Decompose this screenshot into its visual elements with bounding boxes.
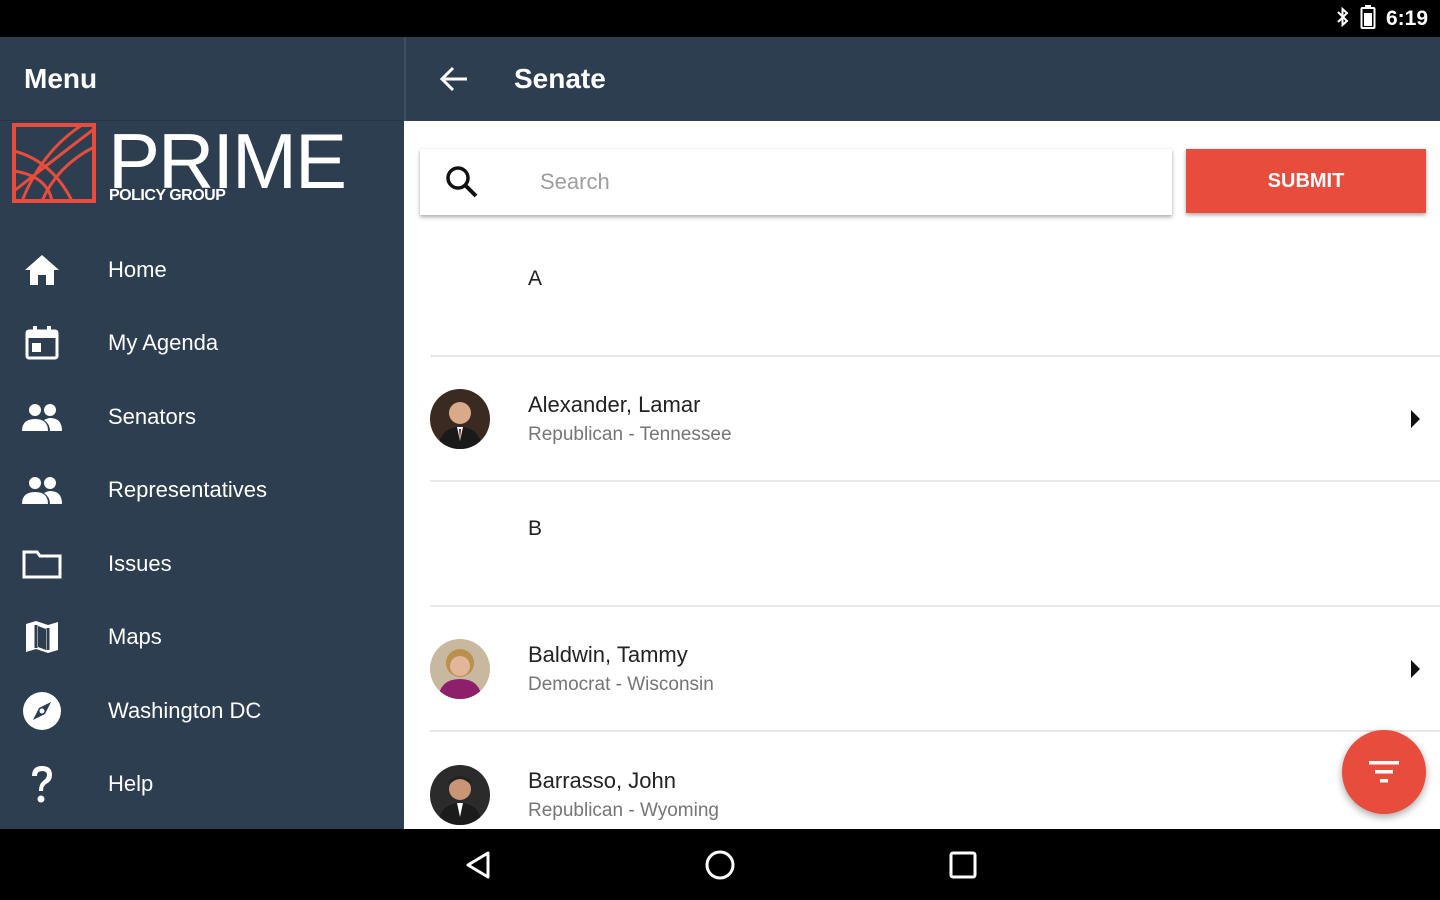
drawer-menu: Home My Agenda Senators Representatives … <box>0 233 404 821</box>
sidebar-item-representatives[interactable]: Representatives <box>0 454 404 528</box>
triangle-back-icon <box>466 851 490 879</box>
people-icon <box>0 403 84 431</box>
prime-logo: PRIME POLICY GROUP <box>12 121 352 211</box>
main-panel: Senate SUBMIT A Alexander, Lamar Republi… <box>404 37 1440 829</box>
member-name: Baldwin, Tammy <box>528 641 688 667</box>
search-icon <box>420 165 504 199</box>
sidebar-item-label: Home <box>108 256 167 282</box>
sidebar-item-washington-dc[interactable]: Washington DC <box>0 674 404 748</box>
navigation-drawer: Menu PRIME POLICY GROUP Home My Agenda S… <box>0 37 404 829</box>
clock: 6:19 <box>1385 7 1428 30</box>
sidebar-item-senators[interactable]: Senators <box>0 380 404 454</box>
senator-list: A Alexander, Lamar Republican - Tennesse… <box>430 232 1440 829</box>
filter-icon <box>1369 761 1399 783</box>
chevron-right-icon <box>1411 659 1420 678</box>
sidebar-item-label: Maps <box>108 624 162 650</box>
list-item[interactable]: Barrasso, John Republican - Wyoming <box>430 732 1440 829</box>
system-nav-bar <box>0 829 1440 900</box>
sidebar-item-issues[interactable]: Issues <box>0 527 404 601</box>
drawer-header: Menu <box>0 37 404 121</box>
search-row: SUBMIT <box>420 149 1430 215</box>
drawer-title: Menu <box>24 62 98 94</box>
square-recents-icon <box>949 851 977 879</box>
section-header: A <box>430 232 1440 357</box>
help-icon <box>0 764 84 804</box>
nav-back-button[interactable] <box>460 847 496 883</box>
member-detail: Republican - Wyoming <box>528 799 719 821</box>
filter-fab-button[interactable] <box>1342 730 1426 814</box>
list-item[interactable]: Baldwin, Tammy Democrat - Wisconsin <box>430 607 1440 732</box>
sidebar-item-label: Representatives <box>108 477 267 503</box>
sidebar-item-home[interactable]: Home <box>0 233 404 307</box>
nav-recents-button[interactable] <box>945 847 981 883</box>
arrow-left-icon <box>440 66 467 92</box>
page-title: Senate <box>514 63 606 94</box>
back-button[interactable] <box>406 37 502 121</box>
submit-button[interactable]: SUBMIT <box>1186 149 1426 213</box>
member-name: Alexander, Lamar <box>528 391 701 417</box>
member-name: Barrasso, John <box>528 767 676 793</box>
brand-subtitle: POLICY GROUP <box>109 187 226 204</box>
calendar-icon <box>0 325 84 361</box>
sidebar-item-label: My Agenda <box>108 330 219 356</box>
sidebar-item-help[interactable]: Help <box>0 748 404 822</box>
status-bar: 6:19 <box>0 0 1440 37</box>
section-header: B <box>430 482 1440 607</box>
avatar <box>430 388 490 449</box>
search-input[interactable] <box>540 169 1140 195</box>
compass-icon <box>0 691 84 731</box>
list-item[interactable]: Alexander, Lamar Republican - Tennessee <box>430 357 1440 482</box>
avatar <box>430 764 490 825</box>
nav-home-button[interactable] <box>702 847 738 883</box>
sidebar-item-my-agenda[interactable]: My Agenda <box>0 307 404 381</box>
map-icon <box>0 619 84 655</box>
member-detail: Democrat - Wisconsin <box>528 673 714 695</box>
home-icon <box>0 253 84 287</box>
avatar <box>430 638 490 699</box>
logo-mark-icon <box>12 123 96 203</box>
sidebar-item-maps[interactable]: Maps <box>0 601 404 675</box>
chevron-right-icon <box>1411 409 1420 428</box>
section-letter: B <box>528 516 543 540</box>
sidebar-item-label: Help <box>108 771 154 797</box>
sidebar-item-label: Senators <box>108 403 197 429</box>
sidebar-item-label: Washington DC <box>108 697 262 723</box>
section-letter: A <box>528 266 543 290</box>
bluetooth-icon <box>1336 6 1350 33</box>
people-icon <box>0 476 84 505</box>
battery-icon <box>1360 4 1376 34</box>
folder-icon <box>0 549 84 579</box>
app-bar: Senate <box>404 37 1440 121</box>
search-box <box>420 149 1172 215</box>
sidebar-item-label: Issues <box>108 550 172 576</box>
circle-home-icon <box>705 850 735 880</box>
member-detail: Republican - Tennessee <box>528 423 732 445</box>
